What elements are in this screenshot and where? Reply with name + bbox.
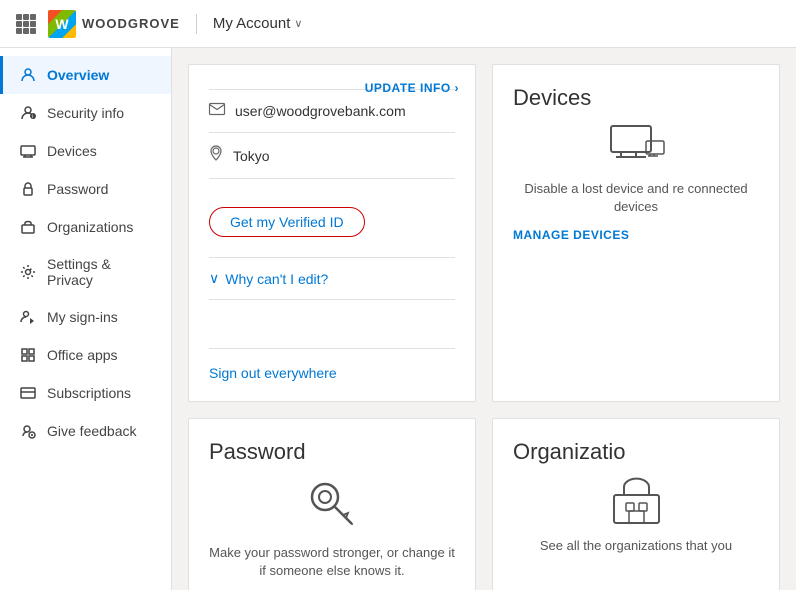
sidebar-item-organizations-label: Organizations bbox=[47, 219, 133, 235]
sidebar-item-organizations[interactable]: Organizations bbox=[0, 208, 171, 246]
manage-devices-button[interactable]: MANAGE DEVICES bbox=[513, 228, 759, 242]
password-card: Password Make your password stronger, or… bbox=[188, 418, 476, 590]
organizations-icon-area bbox=[513, 477, 759, 525]
sidebar: Overview i Security info Devices Passwor… bbox=[0, 48, 172, 590]
sidebar-item-office-apps-label: Office apps bbox=[47, 347, 118, 363]
logo: W WOODGROVE bbox=[48, 10, 180, 38]
sidebar-item-settings[interactable]: Settings & Privacy bbox=[0, 246, 171, 298]
password-title: Password bbox=[209, 439, 455, 465]
sidebar-item-security-info[interactable]: i Security info bbox=[0, 94, 171, 132]
logo-text: WOODGROVE bbox=[82, 16, 180, 31]
sidebar-item-password-label: Password bbox=[47, 181, 108, 197]
feedback-icon bbox=[19, 422, 37, 440]
subscriptions-icon bbox=[19, 384, 37, 402]
password-icon bbox=[19, 180, 37, 198]
email-row: user@woodgrovebank.com bbox=[209, 94, 455, 128]
devices-icon-area bbox=[513, 123, 759, 168]
password-illustration bbox=[305, 477, 360, 532]
sidebar-item-overview[interactable]: Overview bbox=[0, 56, 171, 94]
organizations-title: Organizatio bbox=[513, 439, 759, 465]
email-value: user@woodgrovebank.com bbox=[235, 103, 406, 119]
location-icon bbox=[209, 145, 223, 166]
password-description: Make your password stronger, or change i… bbox=[209, 544, 455, 580]
email-icon bbox=[209, 102, 225, 120]
sidebar-item-settings-label: Settings & Privacy bbox=[47, 256, 155, 288]
sidebar-item-feedback-label: Give feedback bbox=[47, 423, 137, 439]
sidebar-item-devices[interactable]: Devices bbox=[0, 132, 171, 170]
devices-description: Disable a lost device and re connected d… bbox=[513, 180, 759, 216]
account-label: My Account bbox=[213, 15, 291, 32]
chevron-down-icon: ∨ bbox=[209, 270, 219, 287]
why-cant-edit[interactable]: ∨ Why can't I edit? bbox=[209, 262, 455, 295]
sidebar-item-security-info-label: Security info bbox=[47, 105, 124, 121]
divider bbox=[209, 299, 455, 300]
profile-card: UPDATE INFO › user@woodgrovebank.com Tok… bbox=[188, 64, 476, 402]
sign-out-everywhere-link[interactable]: Sign out everywhere bbox=[209, 353, 455, 381]
security-info-icon: i bbox=[19, 104, 37, 122]
divider bbox=[209, 178, 455, 179]
nav-divider bbox=[196, 14, 197, 34]
organizations-icon bbox=[19, 218, 37, 236]
update-info-button[interactable]: UPDATE INFO › bbox=[365, 81, 459, 95]
logo-icon: W bbox=[48, 10, 76, 38]
sidebar-item-sign-ins[interactable]: My sign-ins bbox=[0, 298, 171, 336]
sidebar-item-overview-label: Overview bbox=[47, 67, 109, 83]
organizations-illustration bbox=[609, 477, 664, 525]
top-navigation: W WOODGROVE My Account ∨ bbox=[0, 0, 796, 48]
location-value: Tokyo bbox=[233, 148, 270, 164]
sidebar-item-office-apps[interactable]: Office apps bbox=[0, 336, 171, 374]
sidebar-item-devices-label: Devices bbox=[47, 143, 97, 159]
overview-icon bbox=[19, 66, 37, 84]
svg-text:i: i bbox=[32, 114, 33, 120]
get-verified-id-button[interactable]: Get my Verified ID bbox=[209, 207, 365, 237]
main-layout: Overview i Security info Devices Passwor… bbox=[0, 48, 796, 590]
password-icon-area bbox=[209, 477, 455, 532]
sign-ins-icon bbox=[19, 308, 37, 326]
devices-card: Devices Disable a lost device and re con… bbox=[492, 64, 780, 402]
sidebar-item-sign-ins-label: My sign-ins bbox=[47, 309, 118, 325]
main-content: UPDATE INFO › user@woodgrovebank.com Tok… bbox=[172, 48, 796, 590]
location-row: Tokyo bbox=[209, 137, 455, 174]
sidebar-item-subscriptions[interactable]: Subscriptions bbox=[0, 374, 171, 412]
sidebar-item-password[interactable]: Password bbox=[0, 170, 171, 208]
sidebar-item-subscriptions-label: Subscriptions bbox=[47, 385, 131, 401]
devices-title: Devices bbox=[513, 85, 759, 111]
app-grid-icon[interactable] bbox=[16, 14, 36, 34]
office-apps-icon bbox=[19, 346, 37, 364]
devices-illustration bbox=[606, 123, 666, 168]
settings-icon bbox=[19, 263, 37, 281]
organizations-description: See all the organizations that you bbox=[513, 537, 759, 555]
divider bbox=[209, 348, 455, 349]
divider bbox=[209, 132, 455, 133]
devices-icon bbox=[19, 142, 37, 160]
divider bbox=[209, 257, 455, 258]
organizations-card: Organizatio See all the organizations th… bbox=[492, 418, 780, 590]
account-menu[interactable]: My Account ∨ bbox=[213, 15, 303, 32]
sidebar-item-feedback[interactable]: Give feedback bbox=[0, 412, 171, 450]
chevron-down-icon: ∨ bbox=[294, 17, 302, 30]
